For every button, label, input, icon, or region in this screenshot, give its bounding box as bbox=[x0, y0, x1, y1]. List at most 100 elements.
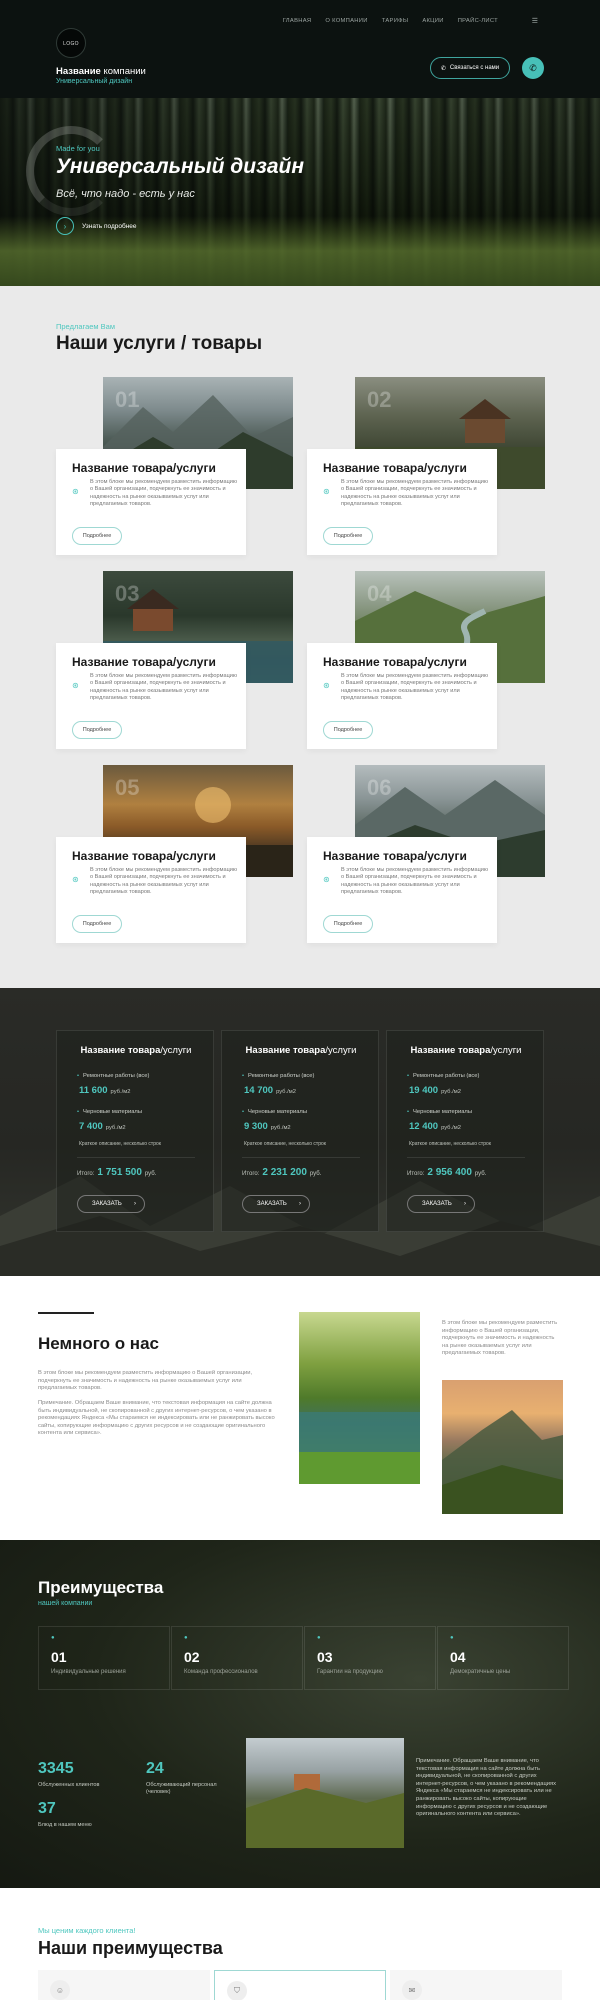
stat-staff-label: Обслуживающий персонал (человек) bbox=[146, 1782, 217, 1795]
nav-item-home[interactable]: ГЛАВНАЯ bbox=[283, 18, 312, 24]
price-total: Итого: 2 231 200 руб. bbox=[242, 1167, 321, 1178]
logo[interactable]: LOGO bbox=[56, 28, 86, 58]
price-note: Краткое описание, несколько строк bbox=[409, 1141, 491, 1147]
service-more-button[interactable]: Подробнее bbox=[72, 527, 122, 545]
service-title: Название товара/услуги bbox=[72, 655, 216, 669]
advantage-number: 02 bbox=[184, 1649, 200, 1665]
check-icon: ⊛ bbox=[323, 875, 330, 884]
service-number: 06 bbox=[367, 775, 392, 800]
order-button[interactable]: ЗАКАЗАТЬ › bbox=[77, 1195, 145, 1213]
materials-value-number: 9 300 bbox=[244, 1121, 268, 1132]
order-button-label: ЗАКАЗАТЬ bbox=[422, 1201, 452, 1207]
stat-clients-label: Обслуженных клиентов bbox=[38, 1782, 100, 1788]
phone-icon: ✆ bbox=[440, 65, 446, 72]
about-paragraph-1: В этом блоке мы рекомендуем разместить и… bbox=[38, 1370, 253, 1392]
total-value: 1 751 500 bbox=[97, 1167, 142, 1178]
check-icon: ⊛ bbox=[72, 487, 79, 496]
service-card-4: Название товара/услуги ⊛ В этом блоке мы… bbox=[307, 643, 497, 749]
advantage-box-3: ● 03 Гарантии на продукцию bbox=[304, 1626, 436, 1690]
work-value-number: 11 600 bbox=[79, 1085, 108, 1096]
service-title: Название товара/услуги bbox=[72, 461, 216, 475]
service-title: Название товара/услуги bbox=[323, 655, 467, 669]
phone-circle-icon[interactable]: ✆ bbox=[522, 57, 544, 79]
chevron-right-icon: › bbox=[299, 1201, 301, 1207]
total-unit: руб. bbox=[474, 1171, 487, 1177]
hero-more-link[interactable]: › Узнать подробнее bbox=[56, 217, 137, 235]
service-text: В этом блоке мы рекомендуем разместить и… bbox=[90, 673, 238, 702]
service-more-button[interactable]: Подробнее bbox=[323, 527, 373, 545]
order-button[interactable]: ЗАКАЗАТЬ › bbox=[242, 1195, 310, 1213]
advantage-box-1: ● 01 Индивидуальные решения bbox=[38, 1626, 170, 1690]
service-number: 04 bbox=[367, 581, 392, 606]
chevron-right-icon: › bbox=[134, 1201, 136, 1207]
price-card-3: Название товара/услуги Ремонтные работы … bbox=[386, 1030, 544, 1232]
materials-value-number: 12 400 bbox=[409, 1121, 439, 1132]
service-text: В этом блоке мы рекомендуем разместить и… bbox=[341, 479, 489, 508]
service-card-2: Название товара/услуги ⊛ В этом блоке мы… bbox=[307, 449, 497, 555]
nav-item-about[interactable]: О КОМПАНИИ bbox=[325, 18, 367, 24]
our-advantages-section: Мы ценим каждого клиента! Наши преимущес… bbox=[0, 1888, 600, 2000]
about-paragraph-2: Примечание. Обращаем Ваше внимание, что … bbox=[38, 1400, 275, 1437]
stat-staff-value: 24 bbox=[146, 1760, 164, 1777]
service-card-3: Название товара/услуги ⊛ В этом блоке мы… bbox=[56, 643, 246, 749]
nav-item-tariffs[interactable]: ТАРИФЫ bbox=[382, 18, 409, 24]
service-number: 03 bbox=[115, 581, 140, 606]
price-total: Итого: 1 751 500 руб. bbox=[77, 1167, 156, 1178]
order-button[interactable]: ЗАКАЗАТЬ › bbox=[407, 1195, 475, 1213]
stat-clients-value: 3345 bbox=[38, 1760, 74, 1777]
service-card-6: Название товара/услуги ⊛ В этом блоке мы… bbox=[307, 837, 497, 943]
advantages-subtitle: нашей компании bbox=[38, 1600, 93, 1607]
service-more-button[interactable]: Подробнее bbox=[323, 915, 373, 933]
check-icon: ⊛ bbox=[72, 681, 79, 690]
advantages-image bbox=[246, 1738, 404, 1848]
service-title: Название товара/услуги bbox=[72, 849, 216, 863]
materials-label: Черновые материалы bbox=[407, 1109, 472, 1115]
divider bbox=[407, 1157, 525, 1158]
service-more-button[interactable]: Подробнее bbox=[72, 721, 122, 739]
cabin-hill-illustration bbox=[246, 1774, 404, 1848]
bullet-icon: ● bbox=[184, 1635, 188, 1641]
service-title: Название товара/услуги bbox=[323, 849, 467, 863]
service-text: В этом блоке мы рекомендуем разместить и… bbox=[90, 479, 238, 508]
hero-subtitle: Всё, что надо - есть у нас bbox=[56, 188, 195, 200]
advantage-box-4: ● 04 Демократичные цены bbox=[437, 1626, 569, 1690]
total-value: 2 231 200 bbox=[262, 1167, 307, 1178]
materials-value: 9 300 руб./м2 bbox=[244, 1121, 291, 1132]
advantage-label: Команда профессионалов bbox=[184, 1669, 258, 1675]
pricing-section: Название товара/услуги Ремонтные работы … bbox=[0, 988, 600, 1276]
menu-icon[interactable]: ☰ bbox=[532, 17, 538, 25]
our-advantage-card-2[interactable]: ⛉ bbox=[214, 1970, 386, 2000]
about-section: Немного о нас В этом блоке мы рекомендуе… bbox=[0, 1276, 600, 1540]
price-card-title-rest: /услуги bbox=[325, 1045, 357, 1056]
price-card-title-rest: /услуги bbox=[490, 1045, 522, 1056]
about-image-lake bbox=[299, 1312, 420, 1484]
advantage-number: 03 bbox=[317, 1649, 333, 1665]
hero-title: Универсальный дизайн bbox=[56, 155, 305, 178]
work-value-number: 14 700 bbox=[244, 1085, 274, 1096]
materials-unit: руб./м2 bbox=[270, 1125, 291, 1131]
our-advantage-card-1[interactable]: ☺ bbox=[38, 1970, 210, 2000]
advantage-label: Демократичные цены bbox=[450, 1669, 511, 1675]
total-label: Итого: bbox=[77, 1171, 95, 1177]
advantage-number: 04 bbox=[450, 1649, 466, 1665]
order-button-label: ЗАКАЗАТЬ bbox=[92, 1201, 122, 1207]
total-label: Итого: bbox=[242, 1171, 260, 1177]
company-subtitle: Универсальный дизайн bbox=[56, 78, 133, 85]
about-image-mountain bbox=[442, 1380, 563, 1514]
work-value: 19 400 руб./м2 bbox=[409, 1085, 461, 1096]
total-unit: руб. bbox=[144, 1171, 157, 1177]
our-advantage-card-3[interactable]: ✉ bbox=[390, 1970, 562, 2000]
bullet-icon: ● bbox=[450, 1635, 454, 1641]
service-more-button[interactable]: Подробнее bbox=[72, 915, 122, 933]
price-card-title-rest: /услуги bbox=[160, 1045, 192, 1056]
contact-button[interactable]: ✆ Связаться с нами bbox=[430, 57, 510, 79]
service-more-button[interactable]: Подробнее bbox=[323, 721, 373, 739]
price-card-title: Название товара/услуги bbox=[222, 1045, 380, 1056]
advantages-title: Преимущества bbox=[38, 1578, 164, 1597]
nav-item-promos[interactable]: АКЦИИ bbox=[422, 18, 443, 24]
advantages-section: Преимущества нашей компании ● 01 Индивид… bbox=[0, 1540, 600, 1888]
work-value: 11 600 руб./м2 bbox=[79, 1085, 130, 1096]
nav-item-pricelist[interactable]: ПРАЙС-ЛИСТ bbox=[458, 18, 498, 24]
service-card-5: Название товара/услуги ⊛ В этом блоке мы… bbox=[56, 837, 246, 943]
check-icon: ⊛ bbox=[323, 681, 330, 690]
